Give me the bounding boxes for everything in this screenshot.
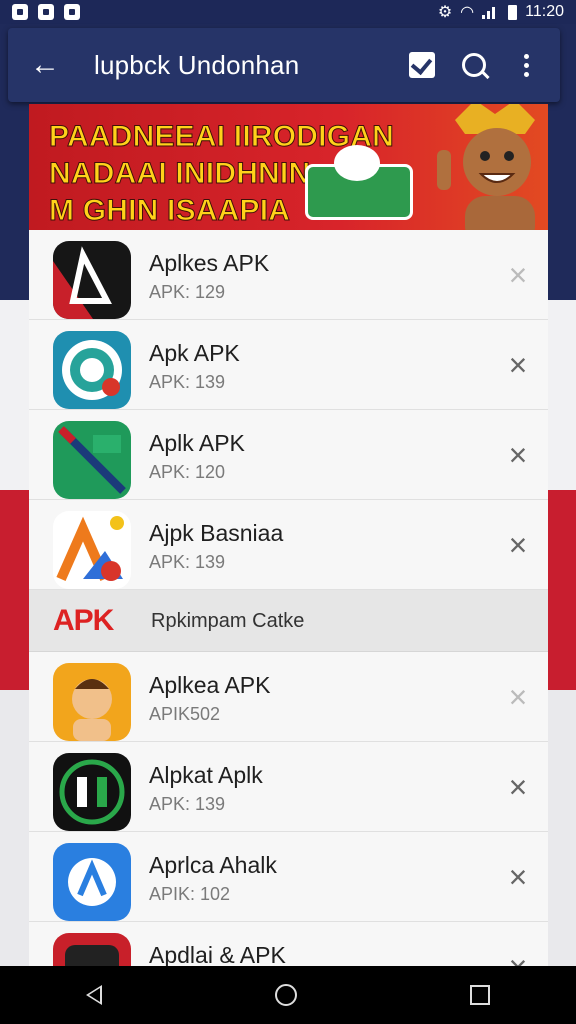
app-icon (53, 843, 131, 921)
status-bar: ⚙ ◠ 11:20 (0, 0, 576, 24)
nav-home-icon[interactable] (274, 984, 297, 1006)
app-notification-icon (64, 4, 80, 20)
close-icon[interactable]: × (498, 255, 538, 295)
list-item[interactable]: Apdlai & APK × (29, 922, 548, 966)
app-version: APK: 139 (149, 794, 226, 814)
nav-back-icon[interactable] (86, 985, 103, 1005)
app-version: APK: 139 (149, 552, 226, 572)
more-vert-icon (523, 53, 529, 77)
apk-logo: APK (53, 604, 114, 637)
navigation-bar (0, 966, 576, 1024)
app-version: APIK: 102 (149, 884, 231, 904)
back-arrow-icon[interactable]: ← (30, 50, 74, 80)
app-icon (53, 331, 131, 409)
close-icon[interactable]: × (498, 345, 538, 385)
status-time: 11:20 (525, 3, 564, 20)
app-icon (53, 663, 131, 741)
battery-icon (508, 4, 518, 20)
app-name: Ajpk Basniaa (149, 520, 284, 546)
app-name: Aplk APK (149, 430, 245, 456)
notification-icon (12, 4, 28, 20)
close-icon[interactable]: × (498, 857, 538, 897)
section-label: Rpkimpam Catke (151, 610, 305, 632)
app-list-panel: PAADNEEAI IIRODIGAN NADAAI INIDHNIN M GH… (29, 104, 548, 966)
app-name: Alpkat Aplk (149, 762, 263, 788)
promo-banner[interactable]: PAADNEEAI IIRODIGAN NADAAI INIDHNIN M GH… (29, 104, 548, 230)
mascot-illustration (437, 104, 535, 230)
list-item[interactable]: Aplkes APK APK: 129 × (29, 230, 548, 320)
app-version: APK: 139 (149, 372, 226, 392)
close-icon[interactable]: × (498, 947, 538, 966)
app-name: Apk APK (149, 340, 240, 366)
image-notification-icon (38, 4, 54, 20)
search-icon (462, 53, 486, 77)
app-bar: ← lupbck Undonhan (8, 28, 560, 102)
list-item[interactable]: Aprlca Ahalk APIK: 102 × (29, 832, 548, 922)
app-version: APK: 129 (149, 282, 226, 302)
list-item[interactable]: Apk APK APK: 139 × (29, 320, 548, 410)
app-icon (53, 421, 131, 499)
app-version: APIK502 (149, 704, 221, 724)
gear-icon: ⚙ (437, 4, 453, 21)
wifi-icon: ◠ (460, 4, 475, 21)
list-item[interactable]: Aplkea APK APIK502 × (29, 652, 548, 742)
checkbox-icon (409, 52, 435, 78)
app-name: Aplkes APK (149, 250, 270, 276)
app-icon (53, 933, 131, 966)
list-item[interactable]: Ajpk Basniaa APK: 139 × (29, 500, 548, 590)
close-icon[interactable]: × (498, 677, 538, 717)
close-icon[interactable]: × (498, 767, 538, 807)
signal-icon (482, 5, 500, 19)
app-name: Apdlai & APK (149, 942, 286, 966)
more-options-button[interactable] (500, 39, 552, 91)
close-icon[interactable]: × (498, 435, 538, 475)
app-icon (53, 753, 131, 831)
list-item[interactable]: Alpkat Aplk APK: 139 × (29, 742, 548, 832)
package-illustration (305, 145, 413, 220)
section-header: APK Rpkimpam Catke (29, 590, 548, 652)
app-icon (53, 511, 131, 589)
app-name: Aplkea APK (149, 672, 271, 698)
select-all-button[interactable] (396, 39, 448, 91)
app-icon (53, 241, 131, 319)
search-button[interactable] (448, 39, 500, 91)
app-version: APK: 120 (149, 462, 226, 482)
page-title: lupbck Undonhan (94, 49, 300, 80)
list-item[interactable]: Aplk APK APK: 120 × (29, 410, 548, 500)
close-icon[interactable]: × (498, 525, 538, 565)
nav-recents-icon[interactable] (469, 985, 490, 1005)
app-name: Aprlca Ahalk (149, 852, 277, 878)
